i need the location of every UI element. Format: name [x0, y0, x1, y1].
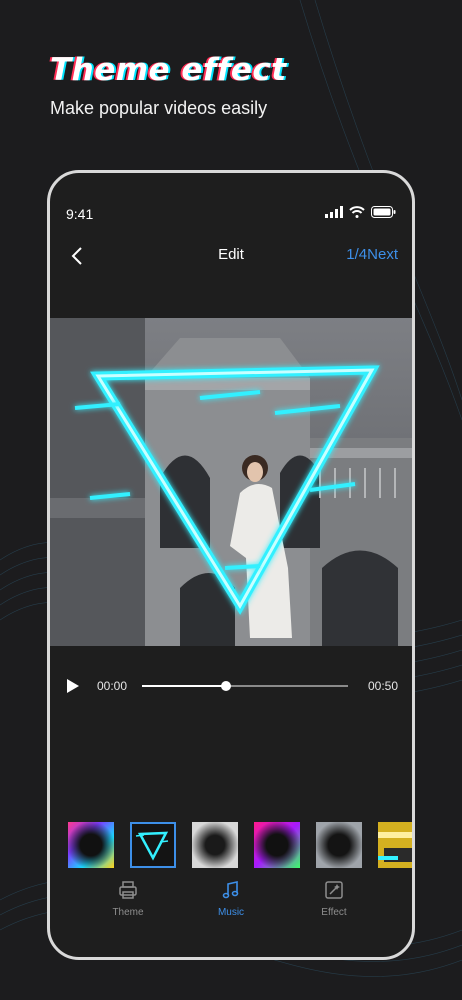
tab-theme[interactable]: Theme	[88, 880, 168, 918]
play-icon[interactable]	[66, 678, 80, 694]
printer-icon	[119, 881, 137, 899]
current-time: 00:00	[97, 679, 128, 693]
magic-wand-icon	[325, 881, 343, 899]
promo-headline: Theme effect	[50, 52, 287, 88]
effect-thumbnail-strip	[68, 822, 412, 868]
progress-fill	[142, 685, 227, 687]
video-preview[interactable]	[50, 318, 412, 646]
slider-handle[interactable]	[221, 681, 232, 691]
progress-slider[interactable]	[142, 681, 348, 691]
tab-effect-label: Effect	[321, 907, 347, 918]
thumbnail-magenta-green-vignette[interactable]	[254, 822, 300, 868]
thumbnail-silver-vignette[interactable]	[316, 822, 362, 868]
tab-effect[interactable]: Effect	[294, 880, 374, 918]
promo-subline: Make popular videos easily	[50, 98, 268, 118]
status-icons	[325, 206, 396, 218]
thumbnail-rainbow-vignette[interactable]	[68, 822, 114, 868]
tab-theme-label: Theme	[112, 907, 144, 918]
thumbnail-gold-glitch[interactable]	[378, 822, 412, 868]
tab-music[interactable]: Music	[191, 880, 271, 918]
signal-icon	[325, 206, 343, 218]
battery-icon	[371, 206, 396, 218]
music-note-icon	[222, 881, 239, 899]
bottom-tab-bar: Theme Music Effect	[50, 880, 412, 940]
playback-controls: 00:00 00:50	[50, 675, 412, 697]
total-time: 00:50	[367, 679, 398, 693]
status-time: 9:41	[66, 206, 94, 222]
thumbnail-white-glow-vignette[interactable]	[192, 822, 238, 868]
phone-frame: 9:41 Edit 1/4Next 00:00 00:50 Theme Musi…	[47, 170, 415, 960]
tab-music-label: Music	[217, 907, 245, 918]
thumbnail-neon-triangle[interactable]	[130, 822, 176, 868]
wifi-icon	[349, 206, 365, 218]
next-button[interactable]: 1/4Next	[346, 246, 398, 263]
